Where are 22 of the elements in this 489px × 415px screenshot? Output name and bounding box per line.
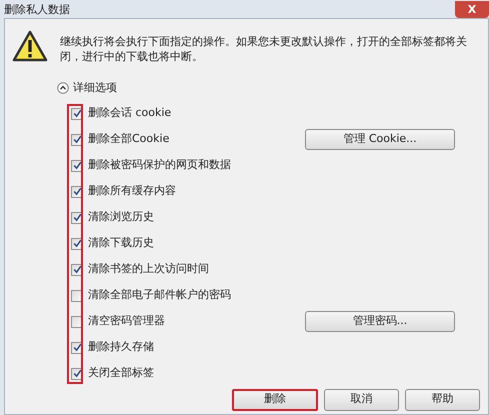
option-label: 清除书签的上次访问时间 xyxy=(88,261,209,278)
option-label: 关闭全部标签 xyxy=(88,365,154,382)
option-label: 清除浏览历史 xyxy=(88,209,154,226)
manage-button[interactable]: 管理 Cookie... xyxy=(305,129,455,150)
dialog-button[interactable]: 帮助 xyxy=(405,388,480,410)
option-label: 删除持久存储 xyxy=(88,339,154,356)
option-label: 清空密码管理器 xyxy=(88,313,165,330)
dialog-button[interactable]: 取消 xyxy=(324,388,399,410)
option-label: 删除全部Cookie xyxy=(88,131,170,148)
option-label: 删除会话 cookie xyxy=(88,105,172,122)
window-title: 删除私人数据 xyxy=(4,4,70,14)
close-button[interactable]: X xyxy=(455,0,489,18)
warning-icon xyxy=(12,30,48,62)
warning-message: 继续执行将会执行下面指定的操作。如果您未更改默认操作，打开的全部标签都将关闭，进行中的下载也将中断。 xyxy=(60,34,468,64)
details-toggle[interactable]: 详细选项 xyxy=(57,80,117,96)
collapse-icon xyxy=(57,82,69,94)
dialog-button[interactable]: 删除 xyxy=(232,388,318,410)
option-label: 删除所有缓存内容 xyxy=(88,183,176,200)
option-label: 清除下载历史 xyxy=(88,235,154,252)
option-label: 清除全部电子邮件帐户的密码 xyxy=(88,287,231,304)
manage-button[interactable]: 管理密码... xyxy=(305,311,455,332)
option-label: 删除被密码保护的网页和数据 xyxy=(88,157,231,174)
